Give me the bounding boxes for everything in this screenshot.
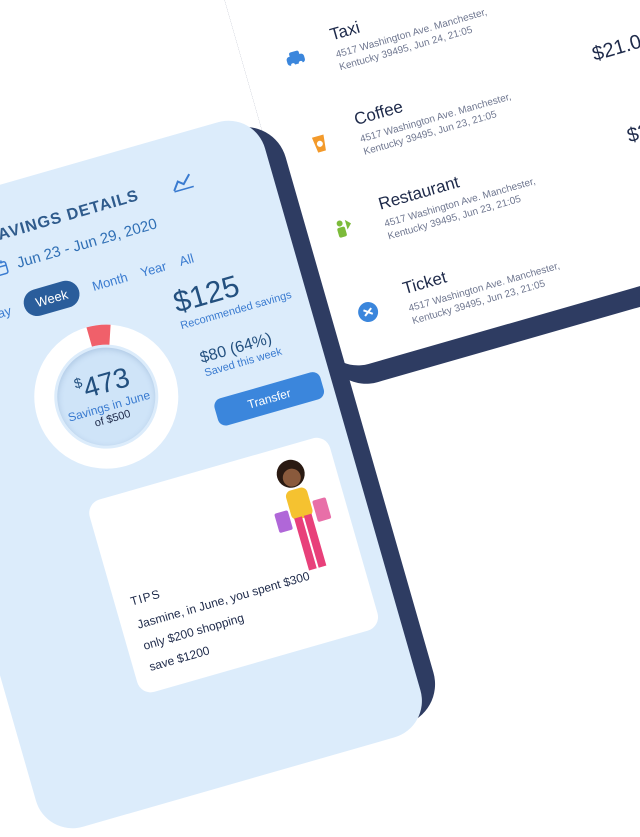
ticket-icon (353, 297, 383, 327)
tips-card: TIPS Jasmine, in June, you spent $300 on… (85, 434, 382, 696)
calendar-icon[interactable] (0, 258, 11, 283)
tab-year[interactable]: Year (139, 258, 168, 280)
tips-label: TIPS (128, 586, 163, 609)
chart-icon[interactable] (169, 172, 196, 198)
restaurant-icon (329, 213, 359, 243)
transaction-amount: $21.00 (589, 27, 640, 66)
tab-all[interactable]: All (177, 251, 195, 269)
transaction-amount: $3.00 (624, 112, 640, 148)
transfer-button[interactable]: Transfer (212, 370, 326, 428)
tab-day[interactable]: Day (0, 303, 13, 324)
taxi-icon (281, 43, 311, 73)
coffee-icon (305, 128, 335, 158)
tab-week[interactable]: Week (20, 277, 83, 320)
savings-ring: $473 Savings in June of $500 (14, 304, 200, 490)
week-savings: $80 (64%) Saved this week (198, 328, 283, 379)
tab-month[interactable]: Month (91, 269, 130, 293)
